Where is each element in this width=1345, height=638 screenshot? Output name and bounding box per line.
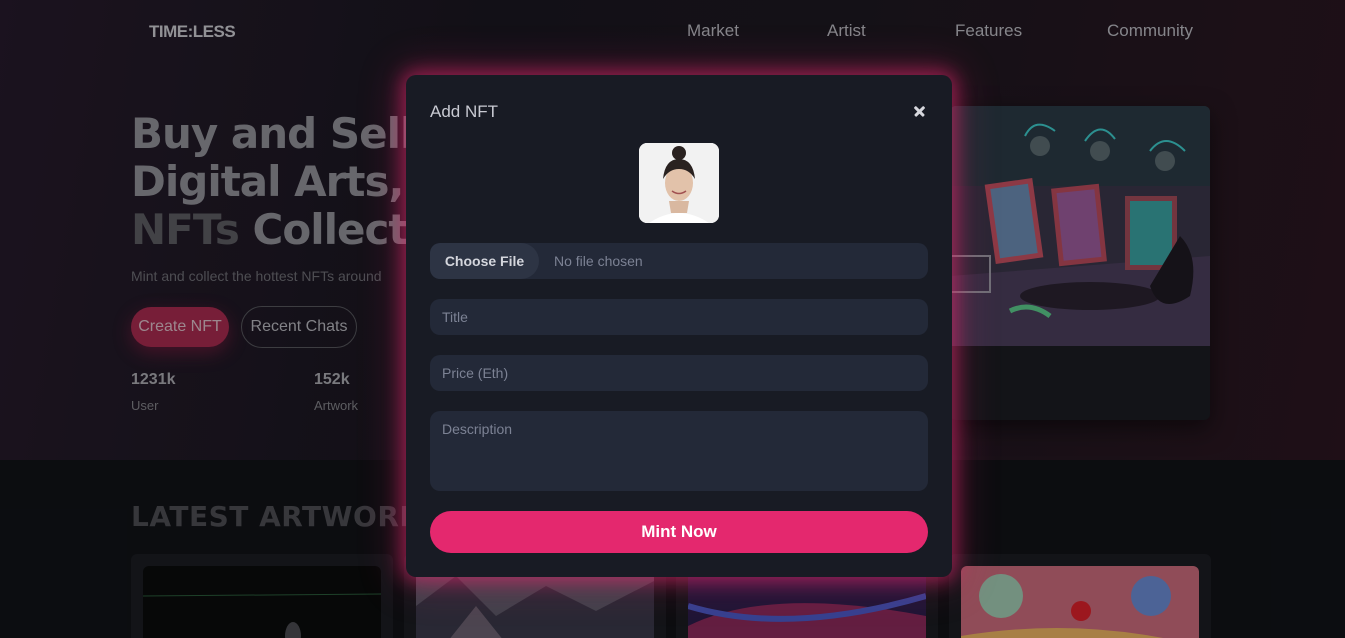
file-upload: Choose File No file chosen (430, 243, 928, 279)
price-input[interactable] (430, 355, 928, 391)
add-nft-modal: Add NFT Choose File No file chosen Mint … (406, 75, 952, 577)
file-status-text: No file chosen (554, 253, 643, 269)
mint-now-button[interactable]: Mint Now (430, 511, 928, 553)
avatar (639, 143, 719, 223)
choose-file-button[interactable]: Choose File (430, 243, 539, 279)
description-input[interactable] (430, 411, 928, 491)
nft-preview-image (639, 143, 719, 223)
title-input[interactable] (430, 299, 928, 335)
modal-title: Add NFT (430, 102, 499, 121)
close-icon[interactable] (910, 101, 930, 121)
